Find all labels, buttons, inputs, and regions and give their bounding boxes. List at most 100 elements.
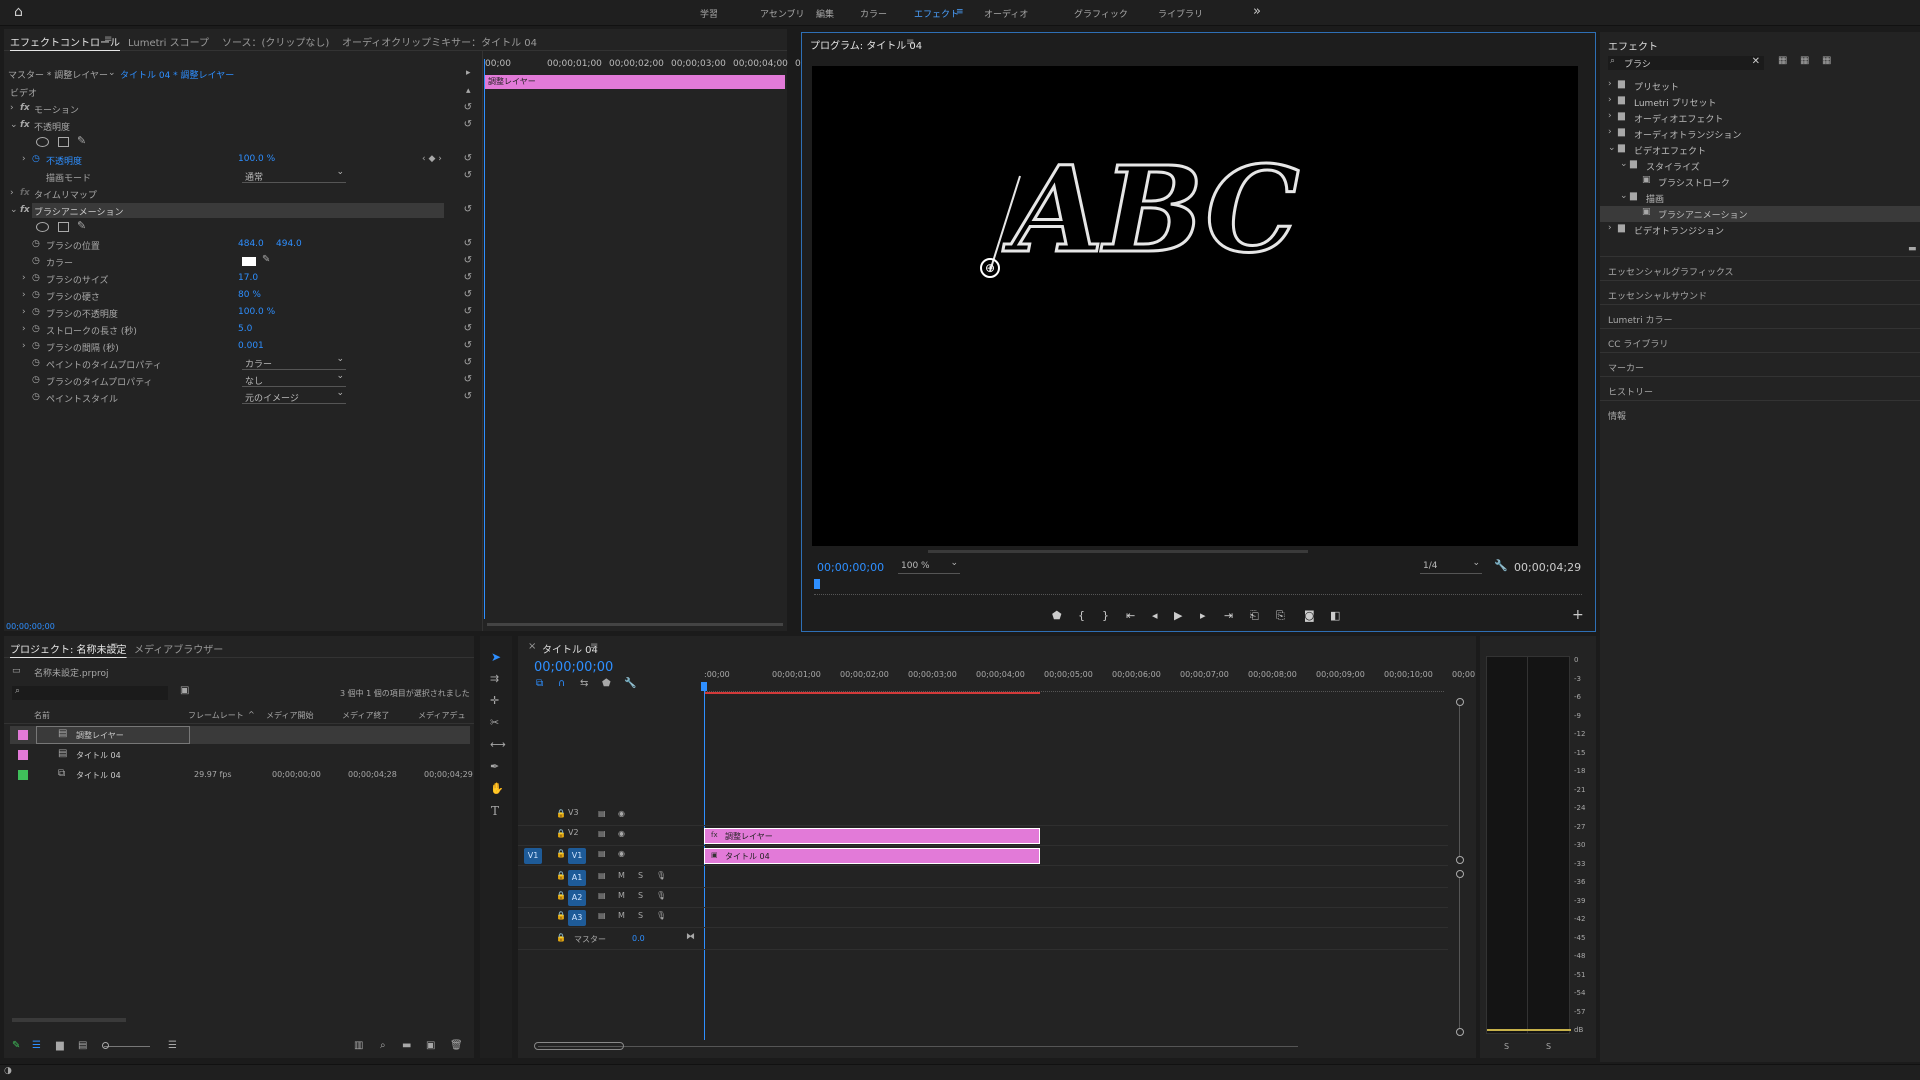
keyframe-nav-icon[interactable]: ‹ ◆ ›: [422, 154, 442, 164]
clear-search-icon[interactable]: ✕: [1752, 56, 1760, 67]
stopwatch-icon[interactable]: ◷: [32, 154, 40, 164]
col-media-start[interactable]: メディア開始: [266, 710, 313, 721]
reset-icon[interactable]: ↺: [464, 153, 472, 164]
effect-tree-item[interactable]: ▣ ブラシストローク: [1600, 174, 1920, 190]
yuv-effects-icon[interactable]: ▦: [1822, 55, 1831, 66]
expand-icon[interactable]: ›: [1608, 95, 1612, 105]
label-color-swatch[interactable]: [18, 750, 28, 760]
workspace-tab[interactable]: アセンブリ: [760, 7, 805, 20]
program-playhead[interactable]: [814, 579, 820, 589]
mark-in-icon[interactable]: {: [1078, 609, 1085, 622]
h-scroll-track[interactable]: [538, 1046, 1298, 1047]
brush-prop-value[interactable]: 5.0: [238, 324, 252, 334]
opacity-prop-row[interactable]: › ◷ 不透明度 100.0 % ‹ ◆ › ↺: [4, 151, 478, 168]
h-scroll-thumb[interactable]: [534, 1042, 624, 1050]
stopwatch-icon[interactable]: ◷: [32, 290, 40, 300]
sync-lock-icon[interactable]: ▤: [598, 809, 606, 818]
sync-lock-icon[interactable]: ▤: [598, 829, 606, 838]
timeline-clip[interactable]: fx 調整レイヤー: [704, 828, 1040, 844]
v-scroll-handle[interactable]: [1456, 856, 1464, 864]
icon-view-icon[interactable]: ▆: [56, 1040, 64, 1051]
reset-icon[interactable]: ↺: [464, 119, 472, 130]
tab-lumetri-scopes[interactable]: Lumetri スコープ: [128, 34, 209, 49]
workspace-tab[interactable]: オーディオ: [984, 7, 1028, 20]
zoom-slider[interactable]: [104, 1046, 150, 1047]
step-back-icon[interactable]: ◂: [1152, 609, 1158, 622]
solo-button[interactable]: S: [638, 871, 643, 880]
lift-icon[interactable]: ⎗: [1250, 609, 1259, 623]
tab-audio-clip-mixer[interactable]: オーディオクリップミキサー：タイトル 04: [342, 34, 537, 49]
stopwatch-icon[interactable]: ◷: [32, 307, 40, 317]
v-scroll-handle[interactable]: [1456, 870, 1464, 878]
effect-tree-item[interactable]: › ▆ プリセット: [1600, 78, 1920, 94]
mute-button[interactable]: M: [618, 911, 625, 920]
lock-icon[interactable]: 🔒: [556, 809, 566, 818]
lock-icon[interactable]: 🔒: [556, 829, 566, 838]
reset-icon[interactable]: ↺: [464, 204, 472, 215]
lock-icon[interactable]: 🔒: [556, 933, 566, 942]
nest-icon[interactable]: ⧉: [536, 678, 543, 689]
v-scroll-handle[interactable]: [1456, 698, 1464, 706]
effects-title[interactable]: エフェクト: [1608, 38, 1658, 53]
sync-lock-icon[interactable]: ▤: [598, 849, 606, 858]
resolution-dropdown[interactable]: 1/4: [1420, 558, 1482, 574]
panel-menu-icon[interactable]: ≡: [906, 37, 914, 48]
track-name[interactable]: V2: [568, 828, 579, 837]
ec-playhead[interactable]: [484, 59, 485, 619]
track-name[interactable]: V1: [568, 848, 586, 864]
list-view-icon[interactable]: ☰: [32, 1040, 41, 1051]
reset-icon[interactable]: ↺: [464, 374, 472, 385]
label-color-swatch[interactable]: [18, 770, 28, 780]
lock-icon[interactable]: 🔒: [556, 871, 566, 880]
brush-prop-dropdown[interactable]: なし: [242, 371, 346, 387]
reset-icon[interactable]: ↺: [464, 272, 472, 283]
brush-prop-dropdown[interactable]: 元のイメージ: [242, 388, 346, 404]
expand-icon[interactable]: ›: [1608, 79, 1612, 89]
rectangle-mask-icon[interactable]: [58, 222, 69, 232]
track-select-tool-icon[interactable]: ⇉: [490, 672, 499, 685]
list-item[interactable]: ▤ 調整レイヤー: [10, 726, 470, 744]
brush-prop-value2[interactable]: 494.0: [276, 239, 302, 249]
motion-row[interactable]: › fx モーション ↺: [4, 100, 478, 117]
lock-icon[interactable]: 🔒: [556, 891, 566, 900]
col-name[interactable]: 名前: [34, 710, 50, 721]
mark-out-icon[interactable]: }: [1102, 609, 1109, 622]
ec-timecode[interactable]: 00;00;00;00: [6, 622, 55, 631]
ec-clip-bar[interactable]: 調整レイヤー: [485, 75, 785, 89]
reset-icon[interactable]: ↺: [464, 323, 472, 334]
workspace-menu-icon[interactable]: ≡: [956, 7, 964, 17]
expand-icon[interactable]: ›: [22, 341, 26, 351]
eye-icon[interactable]: ◉: [618, 829, 625, 838]
expand-icon[interactable]: ›: [1608, 127, 1612, 137]
rectangle-mask-icon[interactable]: [58, 137, 69, 147]
v-scroll-handle[interactable]: [1456, 1028, 1464, 1036]
tab-menu-icon[interactable]: ≡: [104, 34, 112, 45]
workspace-tab[interactable]: 編集: [816, 7, 834, 20]
zoom-slider-handle[interactable]: [102, 1042, 109, 1049]
expand-icon[interactable]: ›: [1608, 111, 1612, 121]
program-scrubber[interactable]: [814, 579, 1582, 595]
settings-icon[interactable]: 🔧: [624, 678, 636, 689]
side-section[interactable]: Lumetri カラー: [1600, 304, 1920, 328]
master-label[interactable]: マスター * 調整レイヤー: [8, 68, 108, 81]
reset-icon[interactable]: ↺: [464, 289, 472, 300]
automate-sequence-icon[interactable]: ▥: [354, 1040, 363, 1051]
stopwatch-icon[interactable]: ◷: [32, 358, 40, 368]
find-icon[interactable]: ⌕: [380, 1040, 386, 1051]
eyedropper-icon[interactable]: ✎: [262, 254, 270, 265]
workspace-overflow-icon[interactable]: »: [1253, 4, 1261, 19]
step-forward-icon[interactable]: ▸: [1200, 609, 1206, 622]
side-section[interactable]: CC ライブラリ: [1600, 328, 1920, 352]
clip-label[interactable]: タイトル 04 * 調整レイヤー: [120, 68, 234, 81]
brush-prop-row[interactable]: › ◷ ブラシの間隔 (秒) 0.001 ↺: [4, 338, 478, 355]
effect-tree-item[interactable]: ▣ ブラシアニメーション: [1600, 206, 1920, 222]
brush-prop-value[interactable]: 484.0: [238, 239, 264, 249]
side-section[interactable]: マーカー: [1600, 352, 1920, 376]
export-frame-icon[interactable]: ◙: [1304, 609, 1315, 622]
lock-icon[interactable]: 🔒: [556, 911, 566, 920]
reset-icon[interactable]: ↺: [464, 238, 472, 249]
ripple-edit-tool-icon[interactable]: ✛: [490, 694, 499, 707]
stopwatch-icon[interactable]: ◷: [32, 256, 40, 266]
sync-lock-icon[interactable]: ▤: [598, 911, 606, 920]
expand-icon[interactable]: ›: [22, 290, 26, 300]
